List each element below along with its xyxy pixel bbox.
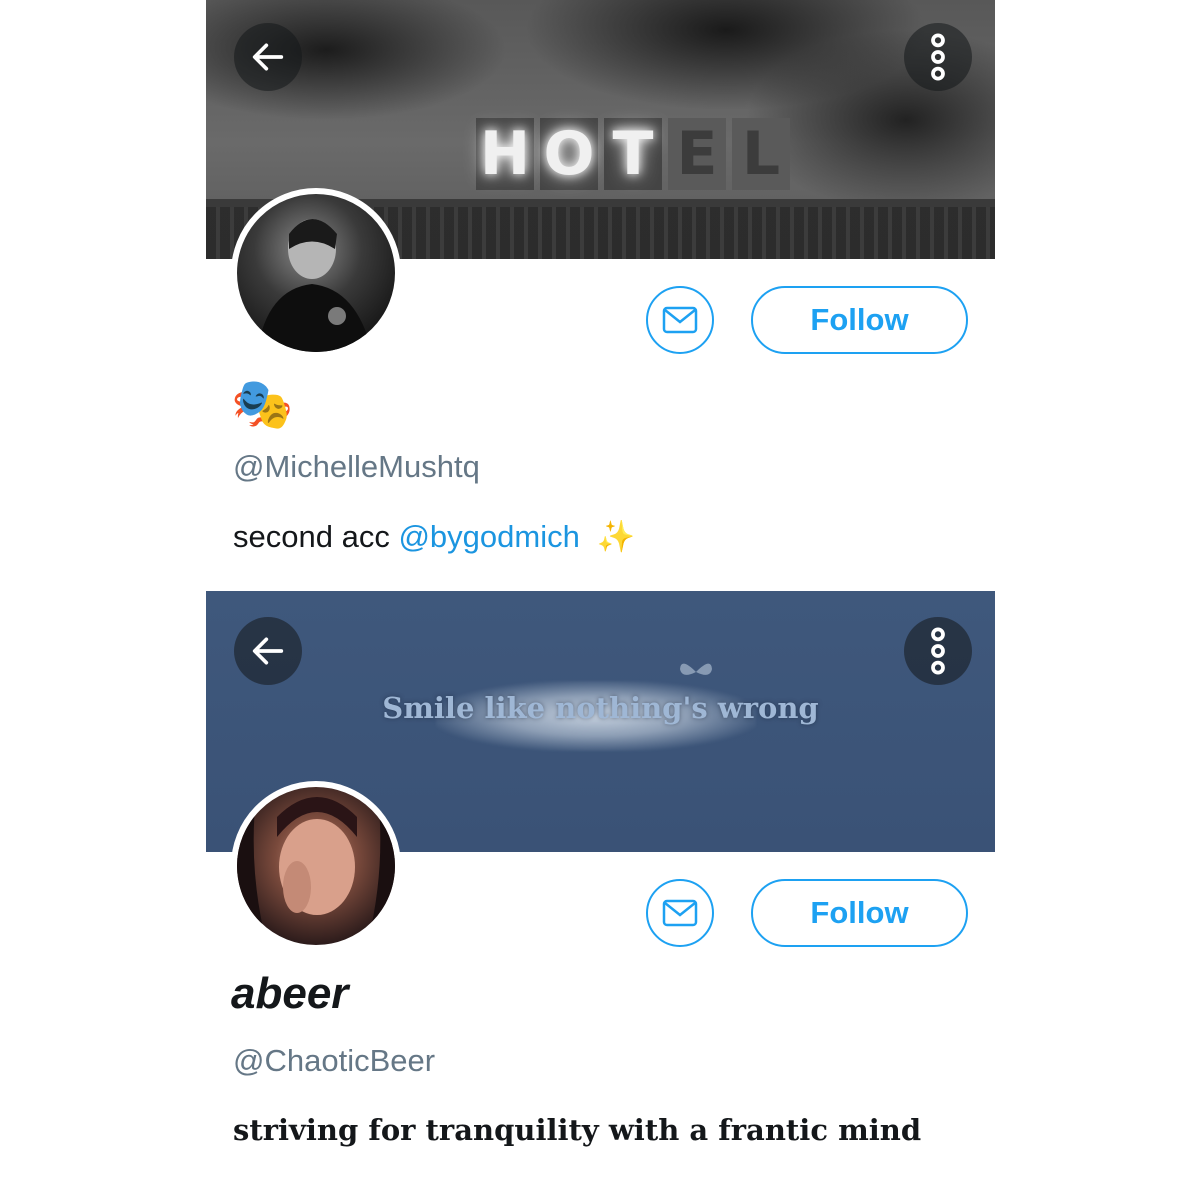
more-vertical-icon xyxy=(931,33,945,81)
bio-text: striving for tranquility with a frantic … xyxy=(233,1113,922,1147)
banner-butterfly xyxy=(680,663,712,675)
back-button[interactable] xyxy=(234,23,302,91)
more-vertical-icon xyxy=(931,627,945,675)
profile-card-abeer: Smile like nothing's wrong Follow abeer … xyxy=(206,591,995,1179)
avatar[interactable] xyxy=(231,781,401,951)
bio-text: second acc xyxy=(233,519,390,554)
banner-hotel-sign: HOTEL xyxy=(476,118,790,190)
bio: striving for tranquility with a frantic … xyxy=(233,1113,921,1147)
bio: second acc @bygodmich ✨ xyxy=(233,518,635,555)
avatar[interactable] xyxy=(231,188,401,358)
more-options-button[interactable] xyxy=(904,617,972,685)
avatar-photo xyxy=(257,219,372,352)
display-name-emoji: 🎭 xyxy=(231,376,294,432)
bio-mention-link[interactable]: @bygodmich xyxy=(398,519,579,554)
profile-card-michelle: HOTEL Follow 🎭 @MichelleMushtq second ac… xyxy=(206,0,995,580)
avatar-photo xyxy=(237,787,395,945)
bio-sparkle-emoji: ✨ xyxy=(596,519,636,554)
message-button[interactable] xyxy=(646,879,714,947)
user-handle: @MichelleMushtq xyxy=(233,449,480,484)
follow-button[interactable]: Follow xyxy=(751,879,968,947)
back-arrow-icon xyxy=(252,43,284,71)
message-button[interactable] xyxy=(646,286,714,354)
follow-button[interactable]: Follow xyxy=(751,286,968,354)
mail-icon xyxy=(662,899,698,927)
mail-icon xyxy=(662,306,698,334)
display-name: abeer xyxy=(231,969,349,1018)
banner-quote: Smile like nothing's wrong xyxy=(382,691,819,725)
back-button[interactable] xyxy=(234,617,302,685)
back-arrow-icon xyxy=(252,637,284,665)
more-options-button[interactable] xyxy=(904,23,972,91)
user-handle: @ChaoticBeer xyxy=(233,1043,436,1078)
